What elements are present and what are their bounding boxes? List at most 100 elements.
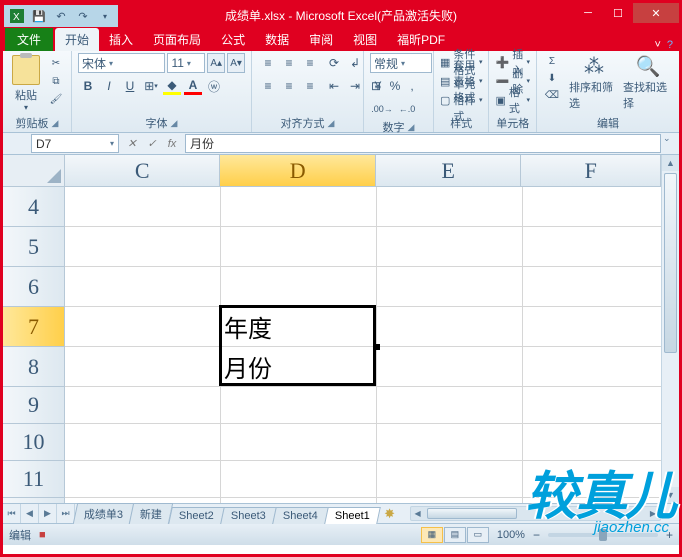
autosum-button[interactable]: Σ: [543, 53, 561, 69]
sheet-tab-Sheet2[interactable]: Sheet2: [168, 507, 224, 524]
row-header-11[interactable]: 11: [3, 461, 65, 498]
row-header-5[interactable]: 5: [3, 227, 65, 267]
horizontal-scrollbar[interactable]: ◀ ▶: [410, 506, 661, 521]
decrease-decimal-button[interactable]: ←.0: [395, 99, 419, 119]
align-center-button[interactable]: ≡: [279, 76, 299, 96]
expand-formula-icon[interactable]: ⌄: [663, 133, 675, 144]
cell-D7[interactable]: 年度: [221, 307, 377, 347]
sheet-tab-新建[interactable]: 新建: [129, 503, 173, 524]
copy-icon[interactable]: ⧉: [47, 73, 65, 89]
row-header-10[interactable]: 10: [3, 424, 65, 461]
fill-color-button[interactable]: ◆: [162, 76, 182, 96]
tab-插入[interactable]: 插入: [99, 28, 143, 51]
phonetic-button[interactable]: ⓦ: [204, 76, 224, 96]
scroll-up-icon[interactable]: ▲: [662, 155, 679, 171]
maximize-button[interactable]: ☐: [603, 3, 633, 23]
align-bottom-button[interactable]: ≡: [300, 53, 320, 73]
tab-开始[interactable]: 开始: [55, 28, 99, 51]
tab-file[interactable]: 文件: [5, 28, 53, 51]
cell-styles-button[interactable]: ▢单元格样式▾: [440, 91, 482, 109]
scroll-thumb[interactable]: [427, 508, 517, 519]
font-color-button[interactable]: A: [183, 76, 203, 96]
cell-C11[interactable]: [65, 461, 221, 498]
close-button[interactable]: ✕: [633, 3, 679, 23]
paste-button[interactable]: 粘贴 ▾: [9, 53, 43, 112]
align-left-button[interactable]: ≡: [258, 76, 278, 96]
cell-E7[interactable]: [377, 307, 523, 347]
format-painter-icon[interactable]: 🖌: [47, 91, 65, 107]
next-sheet-button[interactable]: ▶: [39, 504, 57, 523]
align-right-button[interactable]: ≡: [300, 76, 320, 96]
clear-button[interactable]: ⌫: [543, 87, 561, 103]
cell-F6[interactable]: [523, 267, 663, 307]
first-sheet-button[interactable]: ⏮: [3, 504, 21, 523]
row-header-4[interactable]: 4: [3, 187, 65, 227]
cell-D6[interactable]: [221, 267, 377, 307]
last-sheet-button[interactable]: ⏭: [57, 504, 75, 523]
tab-公式[interactable]: 公式: [211, 28, 255, 51]
row-header-9[interactable]: 9: [3, 387, 65, 424]
dialog-launcher-icon[interactable]: ◢: [408, 122, 415, 133]
cell-C5[interactable]: [65, 227, 221, 267]
zoom-knob[interactable]: [599, 529, 607, 541]
cell-F4[interactable]: [523, 187, 663, 227]
cell-E10[interactable]: [377, 424, 523, 461]
number-format-combo[interactable]: 常规▾: [370, 53, 432, 73]
col-header-D[interactable]: D: [220, 155, 375, 187]
percent-button[interactable]: %: [387, 76, 403, 96]
cell-D5[interactable]: [221, 227, 377, 267]
row-header-8[interactable]: 8: [3, 347, 65, 387]
cell-E11[interactable]: [377, 461, 523, 498]
col-header-E[interactable]: E: [376, 155, 522, 187]
help-icon[interactable]: ?: [667, 39, 673, 51]
tab-审阅[interactable]: 审阅: [299, 28, 343, 51]
cell-E4[interactable]: [377, 187, 523, 227]
cell-C10[interactable]: [65, 424, 221, 461]
decrease-indent-button[interactable]: ⇤: [324, 76, 344, 96]
shrink-font-button[interactable]: A▾: [227, 53, 245, 73]
align-top-button[interactable]: ≡: [258, 53, 278, 73]
ribbon-minimize-icon[interactable]: ˅: [654, 39, 660, 51]
dialog-launcher-icon[interactable]: ◢: [328, 118, 335, 129]
dialog-launcher-icon[interactable]: ◢: [171, 118, 178, 129]
font-name-combo[interactable]: 宋体▾: [78, 53, 165, 73]
vertical-scrollbar[interactable]: ▲ ▼: [661, 155, 679, 503]
sheet-tab-Sheet1[interactable]: Sheet1: [324, 507, 380, 524]
scroll-down-icon[interactable]: ▼: [662, 487, 679, 503]
scroll-right-icon[interactable]: ▶: [646, 507, 660, 520]
cell-D9[interactable]: [221, 387, 377, 424]
sheet-tab-Sheet3[interactable]: Sheet3: [220, 507, 276, 524]
formula-input[interactable]: 月份: [185, 134, 661, 153]
cell-F11[interactable]: [523, 461, 663, 498]
cell-F10[interactable]: [523, 424, 663, 461]
page-break-view-button[interactable]: ▭: [467, 527, 489, 543]
cell-F9[interactable]: [523, 387, 663, 424]
sheet-tab-Sheet4[interactable]: Sheet4: [272, 507, 328, 524]
underline-button[interactable]: U: [120, 76, 140, 96]
row-header-7[interactable]: 7: [3, 307, 65, 347]
tab-数据[interactable]: 数据: [255, 28, 299, 51]
grow-font-button[interactable]: A▴: [207, 53, 225, 73]
increase-indent-button[interactable]: ⇥: [345, 76, 365, 96]
excel-icon[interactable]: X: [8, 7, 26, 25]
confirm-edit-button[interactable]: ✓: [143, 135, 161, 153]
page-layout-view-button[interactable]: ▤: [444, 527, 466, 543]
align-middle-button[interactable]: ≡: [279, 53, 299, 73]
macro-record-icon[interactable]: ■: [39, 529, 46, 541]
italic-button[interactable]: I: [99, 76, 119, 96]
cell-C9[interactable]: [65, 387, 221, 424]
font-size-combo[interactable]: 11▾: [167, 53, 205, 73]
cell-F7[interactable]: [523, 307, 663, 347]
wrap-text-button[interactable]: ↲: [345, 53, 365, 73]
scroll-left-icon[interactable]: ◀: [411, 507, 425, 520]
undo-icon[interactable]: ↶: [52, 7, 70, 25]
sheet-tab-成绩单3[interactable]: 成绩单3: [73, 503, 135, 524]
col-header-C[interactable]: C: [65, 155, 220, 187]
cut-icon[interactable]: ✂: [47, 55, 65, 71]
cell-D11[interactable]: [221, 461, 377, 498]
row-header-6[interactable]: 6: [3, 267, 65, 307]
save-icon[interactable]: 💾: [30, 7, 48, 25]
cell-E9[interactable]: [377, 387, 523, 424]
border-button[interactable]: ⊞▾: [141, 76, 161, 96]
sort-filter-button[interactable]: ⁂ 排序和筛选: [569, 53, 619, 111]
